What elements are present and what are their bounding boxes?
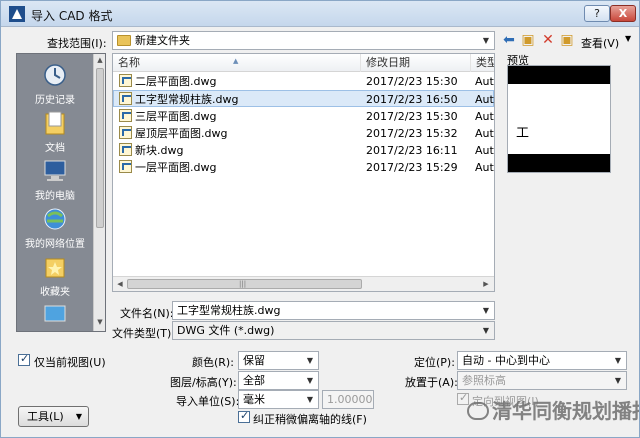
help-button[interactable]: ? — [584, 5, 610, 22]
column-date[interactable]: 修改日期 — [361, 54, 471, 72]
dwg-file-icon — [119, 126, 132, 139]
folder-icon — [117, 35, 131, 46]
scroll-right-icon[interactable]: ▶ — [481, 280, 491, 288]
place-label: 收藏夹 — [40, 287, 70, 298]
place-at-label: 放置于(A): — [405, 376, 458, 389]
layers-select[interactable]: 全部 ▼ — [238, 371, 319, 390]
filetype-select[interactable]: DWG 文件 (*.dwg) ▼ — [172, 321, 495, 340]
color-label: 颜色(R): — [192, 356, 234, 369]
places-bar: 历史记录 文档 我的电脑 我的网络位置 收藏夹 ▲ ▼ — [16, 53, 106, 332]
scroll-up-icon[interactable]: ▲ — [94, 56, 105, 64]
dwg-file-icon — [119, 92, 132, 105]
file-row-selected[interactable]: 工字型常规柱族.dwg 2017/2/23 16:50 Autc — [113, 90, 494, 107]
view-menu-chevron-icon[interactable]: ▼ — [625, 34, 631, 43]
chevron-down-icon: ▼ — [482, 36, 490, 45]
up-folder-icon[interactable]: ▣ — [519, 32, 537, 49]
place-computer[interactable]: 我的电脑 — [17, 158, 93, 202]
file-list[interactable]: 名称 ▲ 修改日期 类型 二层平面图.dwg 2017/2/23 15:30 A… — [112, 53, 495, 292]
new-folder-icon[interactable]: ▣ — [558, 32, 576, 49]
wechat-icon — [467, 402, 489, 420]
preview-pane: 工 — [507, 65, 611, 173]
chevron-down-icon: ▼ — [306, 376, 314, 385]
dwg-file-icon — [119, 109, 132, 122]
chevron-down-icon: ▼ — [614, 376, 622, 385]
place-network[interactable]: 我的网络位置 — [17, 206, 93, 250]
filetype-label: 文件类型(T): — [112, 327, 176, 340]
place-at-select: 参照标高 ▼ — [457, 371, 627, 390]
place-label: 我的电脑 — [35, 191, 75, 202]
filename-input[interactable]: 工字型常规柱族.dwg ▼ — [172, 301, 495, 320]
file-list-hscrollbar[interactable]: ◀ ||| ▶ — [113, 276, 494, 291]
file-row[interactable]: 一层平面图.dwg 2017/2/23 15:29 Autc — [113, 159, 494, 176]
back-icon[interactable]: ⬅ — [500, 32, 518, 49]
file-list-header: 名称 ▲ 修改日期 类型 — [113, 54, 494, 72]
dwg-file-icon — [119, 74, 132, 87]
computer-icon — [44, 160, 66, 181]
correct-lines-checkbox[interactable] — [238, 409, 250, 423]
chevron-down-icon: ▼ — [306, 356, 314, 365]
file-row[interactable]: 屋顶层平面图.dwg 2017/2/23 15:32 Autc — [113, 125, 494, 142]
favorites-icon — [45, 258, 65, 278]
units-label: 导入单位(S): — [176, 395, 240, 408]
current-view-only-label: 仅当前视图(U) — [34, 356, 106, 369]
column-name[interactable]: 名称 ▲ — [113, 54, 361, 72]
dwg-file-icon — [119, 143, 132, 156]
revit-app-icon — [9, 6, 25, 22]
position-select[interactable]: 自动 - 中心到中心 ▼ — [457, 351, 627, 370]
scroll-thumb[interactable] — [96, 68, 104, 228]
sort-ascending-icon: ▲ — [233, 57, 239, 65]
chevron-down-icon: ▼ — [306, 395, 314, 404]
lookin-select[interactable]: 新建文件夹 ▼ — [112, 31, 495, 50]
place-favorites[interactable]: 收藏夹 — [17, 254, 93, 298]
scroll-grip-icon: ||| — [239, 280, 247, 288]
dwg-file-icon — [119, 160, 132, 173]
delete-icon[interactable]: ✕ — [539, 32, 557, 49]
preview-content: 工 — [516, 126, 530, 141]
watermark: 清华同衡规划播报 — [467, 395, 639, 425]
place-label: 我的网络位置 — [25, 239, 85, 250]
place-history[interactable]: 历史记录 — [17, 62, 93, 106]
place-documents[interactable]: 文档 — [17, 110, 93, 154]
history-icon — [44, 64, 66, 86]
file-row[interactable]: 二层平面图.dwg 2017/2/23 15:30 Autc — [113, 73, 494, 90]
filename-label: 文件名(N): — [120, 307, 174, 320]
tools-button[interactable]: 工具(L) ▼ — [18, 406, 89, 427]
units-select[interactable]: 毫米 ▼ — [238, 390, 319, 409]
place-label: 历史记录 — [35, 95, 75, 106]
window-title: 导入 CAD 格式 — [31, 9, 113, 23]
place-label: 文档 — [45, 143, 65, 154]
position-label: 定位(P): — [414, 356, 455, 369]
documents-icon — [45, 111, 65, 135]
import-cad-dialog: 导入 CAD 格式 ? X 查找范围(I): 新建文件夹 ▼ ⬅ ▣ ✕ ▣ 查… — [0, 0, 640, 438]
column-type[interactable]: 类型 — [471, 54, 494, 72]
chevron-down-icon: ▼ — [614, 356, 622, 365]
layers-label: 图层/标高(Y): — [170, 376, 237, 389]
current-view-only-checkbox[interactable] — [18, 352, 30, 366]
scroll-left-icon[interactable]: ◀ — [115, 280, 125, 288]
lookin-value: 新建文件夹 — [135, 34, 190, 47]
desktop-icon — [44, 305, 66, 322]
place-desktop[interactable] — [17, 302, 93, 331]
scale-input: 1.000000 — [322, 390, 374, 409]
close-button[interactable]: X — [610, 5, 636, 22]
file-row[interactable]: 三层平面图.dwg 2017/2/23 15:30 Autc — [113, 108, 494, 125]
scroll-down-icon[interactable]: ▼ — [94, 318, 105, 326]
places-scrollbar[interactable]: ▲ ▼ — [93, 54, 105, 331]
lookin-label: 查找范围(I): — [47, 37, 107, 50]
network-icon — [44, 208, 66, 230]
chevron-down-icon: ▼ — [75, 412, 82, 421]
title-bar[interactable]: 导入 CAD 格式 ? X — [1, 1, 639, 27]
chevron-down-icon: ▼ — [482, 326, 490, 335]
file-row[interactable]: 新块.dwg 2017/2/23 16:11 Autc — [113, 142, 494, 159]
chevron-down-icon: ▼ — [482, 306, 490, 315]
view-menu-label[interactable]: 查看(V) — [581, 35, 619, 51]
correct-lines-label: 纠正稍微偏离轴的线(F) — [253, 413, 367, 426]
color-select[interactable]: 保留 ▼ — [238, 351, 319, 370]
